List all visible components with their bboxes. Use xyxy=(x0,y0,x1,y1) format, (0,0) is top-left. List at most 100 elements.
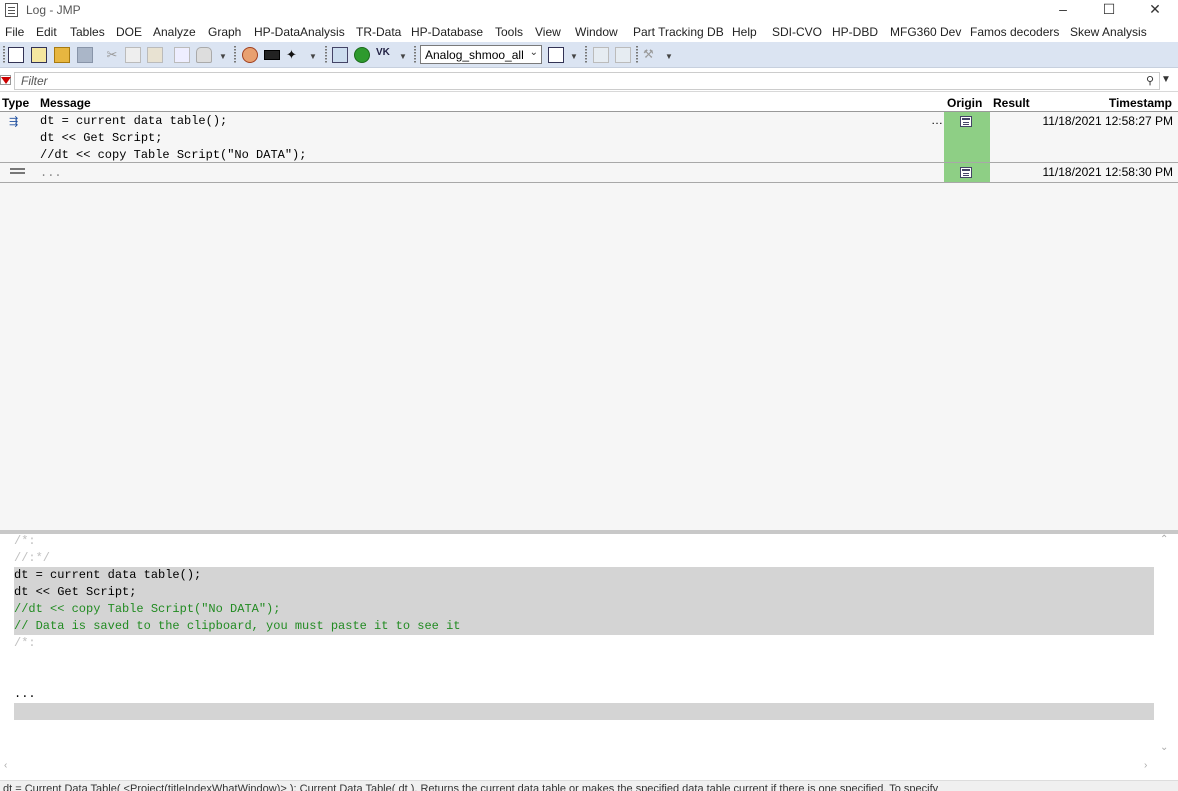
toolbar-overflow-icon[interactable]: ▼ xyxy=(219,51,227,61)
open-folder-icon[interactable] xyxy=(54,47,70,63)
editor-line: //dt << copy Table Script("No DATA"); xyxy=(14,602,281,616)
script-window-icon[interactable] xyxy=(960,167,972,178)
menu-window[interactable]: Window xyxy=(575,25,618,39)
menu-part-tracking-db[interactable]: Part Tracking DB xyxy=(633,25,724,39)
copy-icon[interactable] xyxy=(125,47,141,63)
menu-tools[interactable]: Tools xyxy=(495,25,523,39)
toolbar-grip[interactable] xyxy=(585,46,587,64)
menu-sdi-cvo[interactable]: SDI-CVO xyxy=(772,25,822,39)
horizontal-scrollbar[interactable]: ‹ › xyxy=(0,760,1156,774)
new-script-icon[interactable] xyxy=(31,47,47,63)
tools-icon[interactable]: ⚒ xyxy=(643,47,659,63)
search-icon[interactable]: ⚲ xyxy=(1146,74,1154,87)
status-text: dt = Current Data Table( <Project(titleI… xyxy=(3,783,939,791)
report-icon[interactable] xyxy=(332,47,348,63)
toolbar-overflow-icon[interactable]: ▼ xyxy=(309,51,317,61)
menu-file[interactable]: File xyxy=(5,25,24,39)
editor-line: /*: xyxy=(14,534,36,548)
output-highlight xyxy=(14,703,1154,720)
editor-line: dt << Get Script; xyxy=(14,585,137,599)
editor-line: /*: xyxy=(14,636,36,650)
cut-icon[interactable]: ✂ xyxy=(104,47,120,63)
person-icon[interactable] xyxy=(242,47,258,63)
menu-help[interactable]: Help xyxy=(732,25,757,39)
toolbar-grip[interactable] xyxy=(234,46,236,64)
menu-mfg360-dev[interactable]: MFG360 Dev xyxy=(890,25,961,39)
app-icon xyxy=(5,3,18,17)
toolbar-grip[interactable] xyxy=(325,46,327,64)
book-icon[interactable] xyxy=(264,50,280,60)
column-origin[interactable]: Origin xyxy=(947,96,982,110)
run-script-icon[interactable] xyxy=(593,47,609,63)
menu-bar: File Edit Tables DOE Analyze Graph HP-Da… xyxy=(0,22,1178,42)
column-message[interactable]: Message xyxy=(40,96,91,110)
maximize-button[interactable]: ☐ xyxy=(1086,0,1132,22)
new-data-table-icon[interactable] xyxy=(8,47,24,63)
log-timestamp: 11/18/2021 12:58:27 PM xyxy=(1042,114,1173,128)
red-triangle-icon[interactable] xyxy=(1,77,11,84)
editor-line: dt = current data table(); xyxy=(14,568,202,582)
script-run-icon: ⇶ xyxy=(9,116,19,128)
bird-icon[interactable]: ✦ xyxy=(286,47,302,63)
status-bar: dt = Current Data Table( <Project(titleI… xyxy=(0,780,1178,791)
toolbar-overflow-icon[interactable]: ▼ xyxy=(399,51,407,61)
paste-icon[interactable] xyxy=(147,47,163,63)
menu-analyze[interactable]: Analyze xyxy=(153,25,196,39)
table-properties-icon[interactable] xyxy=(548,47,564,63)
filter-options-icon[interactable]: ▼ xyxy=(1161,74,1171,85)
debug-script-icon[interactable] xyxy=(615,47,631,63)
log-message-line: dt = current data table(); xyxy=(40,114,228,128)
menu-hp-database[interactable]: HP-Database xyxy=(411,25,483,39)
script-editor[interactable]: /*: //:*/ dt = current data table(); dt … xyxy=(0,534,1178,780)
toolbar-overflow-icon[interactable]: ▼ xyxy=(665,51,673,61)
toolbar-grip[interactable] xyxy=(3,46,5,64)
green-gear-icon[interactable] xyxy=(354,47,370,63)
log-message-line: dt << Get Script; xyxy=(40,131,163,145)
log-message-line: //dt << copy Table Script("No DATA"); xyxy=(40,148,307,162)
menu-hp-dbd[interactable]: HP-DBD xyxy=(832,25,878,39)
close-button[interactable]: ✕ xyxy=(1132,0,1178,22)
toolbar-grip[interactable] xyxy=(414,46,416,64)
menu-tr-data[interactable]: TR-Data xyxy=(356,25,401,39)
origin-cell[interactable] xyxy=(944,163,990,182)
column-result[interactable]: Result xyxy=(993,96,1030,110)
column-type[interactable]: Type xyxy=(2,96,29,110)
log-row[interactable]: ⇶ dt = current data table(); dt << Get S… xyxy=(0,112,1178,163)
data-table-select[interactable]: Analog_shmoo_all ⌄ xyxy=(420,45,542,64)
filter-bar: ⚲ ▼ xyxy=(0,70,1178,92)
window-title: Log - JMP xyxy=(26,3,81,17)
menu-skew-analysis[interactable]: Skew Analysis xyxy=(1070,25,1147,39)
editor-line: ... xyxy=(14,687,36,701)
scroll-left-icon[interactable]: ‹ xyxy=(4,760,7,771)
toolbar: ✂ ▼ ✦ ▼ VK ▼ Analog_shmoo_all ⌄ ▼ ⚒ ▼ xyxy=(0,42,1178,68)
toolbar-grip[interactable] xyxy=(636,46,638,64)
vk-icon[interactable]: VK xyxy=(376,47,392,63)
output-icon xyxy=(10,168,25,174)
scroll-up-icon[interactable]: ⌃ xyxy=(1160,534,1168,545)
menu-graph[interactable]: Graph xyxy=(208,25,241,39)
column-timestamp[interactable]: Timestamp xyxy=(1109,96,1172,110)
menu-famos-decoders[interactable]: Famos decoders xyxy=(970,25,1059,39)
lock-icon[interactable] xyxy=(196,47,212,63)
data-table-select-value: Analog_shmoo_all xyxy=(425,48,524,62)
menu-edit[interactable]: Edit xyxy=(36,25,57,39)
menu-view[interactable]: View xyxy=(535,25,561,39)
filter-input[interactable] xyxy=(14,72,1160,90)
menu-doe[interactable]: DOE xyxy=(116,25,142,39)
log-header: Type Message Origin Result Timestamp xyxy=(0,95,1178,112)
toolbar-overflow-icon[interactable]: ▼ xyxy=(570,51,578,61)
log-row[interactable]: ... 11/18/2021 12:58:30 PM xyxy=(0,163,1178,183)
minimize-button[interactable]: – xyxy=(1040,0,1086,22)
menu-hp-dataanalysis[interactable]: HP-DataAnalysis xyxy=(254,25,345,39)
origin-cell[interactable] xyxy=(944,112,990,162)
journal-icon[interactable] xyxy=(174,47,190,63)
log-timestamp: 11/18/2021 12:58:30 PM xyxy=(1042,165,1173,179)
more-indicator[interactable]: … xyxy=(931,113,943,127)
vertical-scrollbar[interactable]: ⌃ ⌄ xyxy=(1156,534,1178,760)
scroll-right-icon[interactable]: › xyxy=(1144,760,1147,771)
menu-tables[interactable]: Tables xyxy=(70,25,105,39)
scroll-down-icon[interactable]: ⌄ xyxy=(1160,742,1168,753)
save-icon[interactable] xyxy=(77,47,93,63)
editor-line: //:*/ xyxy=(14,551,51,565)
script-window-icon[interactable] xyxy=(960,116,972,127)
